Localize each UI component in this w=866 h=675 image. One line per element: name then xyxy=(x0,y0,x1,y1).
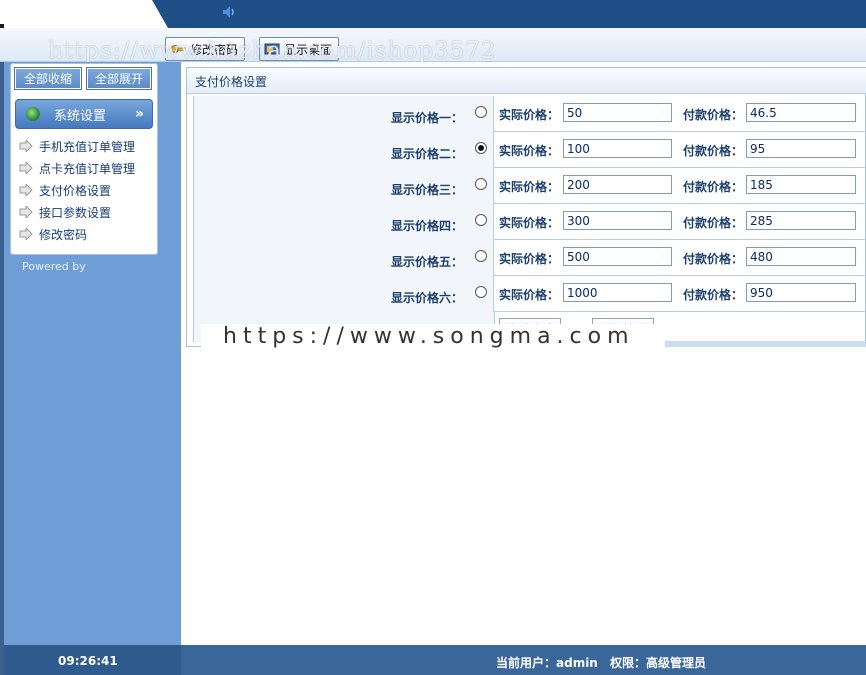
actual-price-input-2[interactable] xyxy=(563,139,672,158)
panel-title: 支付价格设置 xyxy=(187,68,866,94)
actual-price-input-1[interactable] xyxy=(563,103,672,122)
pay-price-label: 付款价格： xyxy=(683,252,744,266)
price-radio-2[interactable] xyxy=(475,142,487,154)
price-radio-4[interactable] xyxy=(475,214,487,226)
price-row-label: 显示价格五： xyxy=(390,255,463,269)
double-chevron-icon: » xyxy=(134,106,144,122)
actual-price-input-5[interactable] xyxy=(563,247,672,266)
arrow-right-icon xyxy=(19,228,33,240)
arrow-right-icon xyxy=(19,206,33,218)
pay-price-label: 付款价格： xyxy=(683,180,744,194)
sidebar-menu: 全部收缩 全部展开 系统设置 » 手机充值订单管理 点卡充值订单管理 支付价格设… xyxy=(10,63,158,255)
actual-price-label: 实际价格： xyxy=(499,288,560,302)
actual-price-label: 实际价格： xyxy=(499,216,560,230)
system-settings-group[interactable]: 系统设置 » xyxy=(15,99,153,129)
system-settings-label: 系统设置 xyxy=(54,108,107,124)
price-row-label: 显示价格三： xyxy=(390,183,463,197)
clock: 09:26:41 xyxy=(58,654,118,668)
pay-price-input-1[interactable] xyxy=(746,103,856,122)
sidebar-item-label: 支付价格设置 xyxy=(39,183,112,198)
actual-price-input-4[interactable] xyxy=(563,211,672,230)
pay-price-input-5[interactable] xyxy=(746,247,856,266)
price-row-5: 显示价格五： 实际价格： 付款价格： xyxy=(193,240,866,276)
pay-price-label: 付款价格： xyxy=(683,144,744,158)
sidebar-item-card-orders[interactable]: 点卡充值订单管理 xyxy=(19,159,135,177)
watermark-center: https://www.songma.com xyxy=(201,324,665,352)
pay-price-label: 付款价格： xyxy=(683,108,744,122)
powered-by: Powered by xyxy=(22,260,86,273)
price-row-label: 显示价格一： xyxy=(390,111,463,125)
toolbar: 修改密码 显示桌面 https://www.huzhan.com/ishop35… xyxy=(0,28,866,64)
price-row-label: 显示价格四： xyxy=(390,219,463,233)
pay-price-input-4[interactable] xyxy=(746,211,856,230)
pay-price-label: 付款价格： xyxy=(683,216,744,230)
arrow-right-icon xyxy=(19,184,33,196)
sound-icon[interactable] xyxy=(221,4,237,20)
sidebar-item-price-settings[interactable]: 支付价格设置 xyxy=(19,181,111,199)
actual-price-input-6[interactable] xyxy=(563,283,672,302)
pay-price-input-2[interactable] xyxy=(746,139,856,158)
actual-price-label: 实际价格： xyxy=(499,252,560,266)
price-row-2: 显示价格二： 实际价格： 付款价格： xyxy=(193,132,866,168)
status-bar: 09:26:41 当前用户：admin 权限：高级管理员 xyxy=(4,645,866,675)
globe-icon xyxy=(26,107,40,121)
sidebar-item-mobile-orders[interactable]: 手机充值订单管理 xyxy=(19,137,135,155)
pay-price-input-6[interactable] xyxy=(746,283,856,302)
pay-price-input-3[interactable] xyxy=(746,175,856,194)
actual-price-label: 实际价格： xyxy=(499,180,560,194)
price-radio-5[interactable] xyxy=(475,250,487,262)
sidebar-item-label: 点卡充值订单管理 xyxy=(39,161,136,176)
current-user: 当前用户：admin xyxy=(496,656,598,670)
sidebar-item-label: 接口参数设置 xyxy=(39,205,112,220)
price-row-3: 显示价格三： 实际价格： 付款价格： xyxy=(193,168,866,204)
price-row-4: 显示价格四： 实际价格： 付款价格： xyxy=(193,204,866,240)
collapse-all-button[interactable]: 全部收缩 xyxy=(15,68,81,89)
sidebar-item-label: 修改密码 xyxy=(39,227,88,242)
arrow-right-icon xyxy=(19,162,33,174)
sidebar-item-api-settings[interactable]: 接口参数设置 xyxy=(19,203,111,221)
price-row-1: 显示价格一： 实际价格： 付款价格： xyxy=(193,96,866,132)
price-row-6: 显示价格六： 实际价格： 付款价格： xyxy=(193,276,866,312)
price-radio-3[interactable] xyxy=(475,178,487,190)
panel-bottom-edge xyxy=(665,341,866,347)
watermark-top: https://www.huzhan.com/ishop3572 xyxy=(48,38,497,64)
price-row-label: 显示价格二： xyxy=(390,147,463,161)
expand-all-button[interactable]: 全部展开 xyxy=(87,68,151,89)
price-radio-1[interactable] xyxy=(475,106,487,118)
actual-price-label: 实际价格： xyxy=(499,144,560,158)
actual-price-input-3[interactable] xyxy=(563,175,672,194)
sidebar-item-label: 手机充值订单管理 xyxy=(39,139,136,154)
actual-price-label: 实际价格： xyxy=(499,108,560,122)
sidebar-item-change-password[interactable]: 修改密码 xyxy=(19,225,87,243)
top-bar xyxy=(0,0,866,39)
permission-level: 权限：高级管理员 xyxy=(610,656,707,670)
pay-price-label: 付款价格： xyxy=(683,288,744,302)
top-bar-corner xyxy=(0,0,168,28)
price-row-label: 显示价格六： xyxy=(390,291,463,305)
arrow-right-icon xyxy=(19,140,33,152)
price-radio-6[interactable] xyxy=(475,286,487,298)
